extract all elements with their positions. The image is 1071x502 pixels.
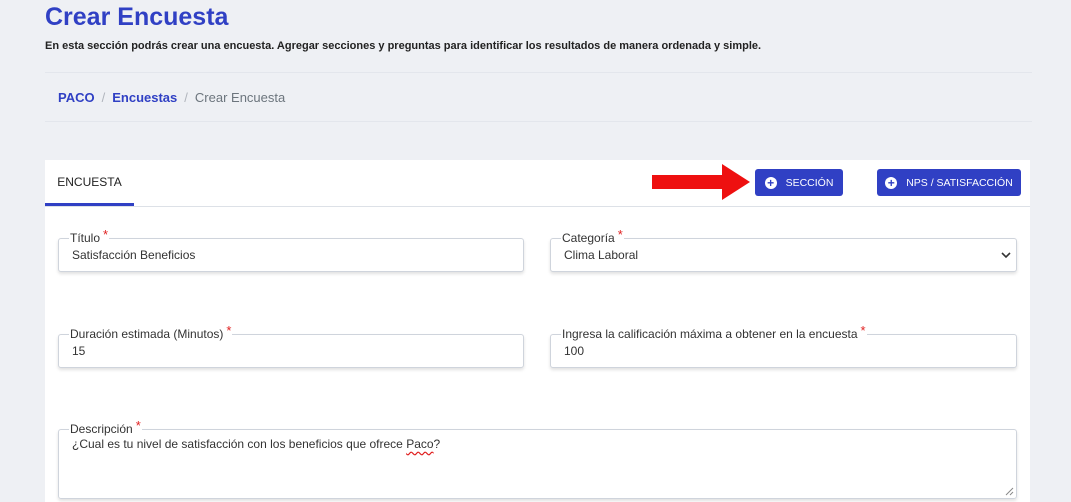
calificacion-label: Ingresa la calificación máxima a obtener… (561, 323, 867, 341)
add-section-button[interactable]: + SECCIÓN (755, 169, 843, 196)
resize-handle-icon[interactable] (1005, 487, 1014, 496)
categoria-label-text: Categoría (562, 231, 615, 245)
required-mark: * (103, 227, 109, 242)
page-subtitle: En esta sección podrás crear una encuest… (45, 40, 762, 52)
page-title: Crear Encuesta (45, 3, 229, 31)
duracion-label: Duración estimada (Minutos) * (69, 323, 233, 341)
descripcion-label: Descripción * (69, 418, 142, 436)
add-nps-button[interactable]: + NPS / SATISFACCIÓN (877, 169, 1021, 196)
tab-bar: ENCUESTA + SECCIÓN + NPS / SATISFACCIÓN (45, 160, 1030, 207)
descripcion-text: ¿Cual es tu nivel de satisfacción con lo… (72, 437, 407, 451)
descripcion-label-text: Descripción (70, 422, 133, 436)
required-mark: * (226, 323, 232, 338)
titulo-input[interactable]: Satisfacción Beneficios (58, 238, 524, 272)
titulo-label: Título * (69, 227, 110, 245)
spellcheck-word: Paco (406, 437, 434, 451)
plus-circle-icon: + (764, 176, 777, 189)
breadcrumb-item-paco[interactable]: PACO (58, 90, 95, 105)
duracion-label-text: Duración estimada (Minutos) (70, 327, 224, 341)
tab-encuesta[interactable]: ENCUESTA (45, 160, 134, 206)
breadcrumb-item-encuestas[interactable]: Encuestas (112, 90, 177, 105)
descripcion-suffix: ? (433, 437, 441, 451)
required-mark: * (617, 227, 623, 242)
required-mark: * (135, 418, 141, 433)
survey-card: ENCUESTA + SECCIÓN + NPS / SATISFACCIÓN … (45, 160, 1030, 502)
breadcrumb-separator: / (101, 89, 106, 105)
red-arrow-icon (652, 164, 750, 200)
chevron-down-icon (1001, 252, 1011, 259)
categoria-value: Clima Laboral (564, 248, 639, 262)
required-mark: * (860, 323, 866, 338)
calificacion-label-text: Ingresa la calificación máxima a obtener… (562, 327, 858, 341)
descripcion-textarea[interactable]: ¿Cual es tu nivel de satisfacción con lo… (58, 429, 1017, 499)
breadcrumb-separator: / (184, 89, 188, 105)
plus-circle-icon: + (885, 176, 898, 189)
add-section-label: SECCIÓN (785, 176, 834, 189)
breadcrumb: PACO / Encuestas / Crear Encuesta (45, 72, 1032, 122)
categoria-label: Categoría * (561, 227, 624, 245)
titulo-label-text: Título (70, 231, 101, 245)
add-nps-label: NPS / SATISFACCIÓN (906, 176, 1013, 189)
breadcrumb-item-current: Crear Encuesta (194, 89, 286, 105)
